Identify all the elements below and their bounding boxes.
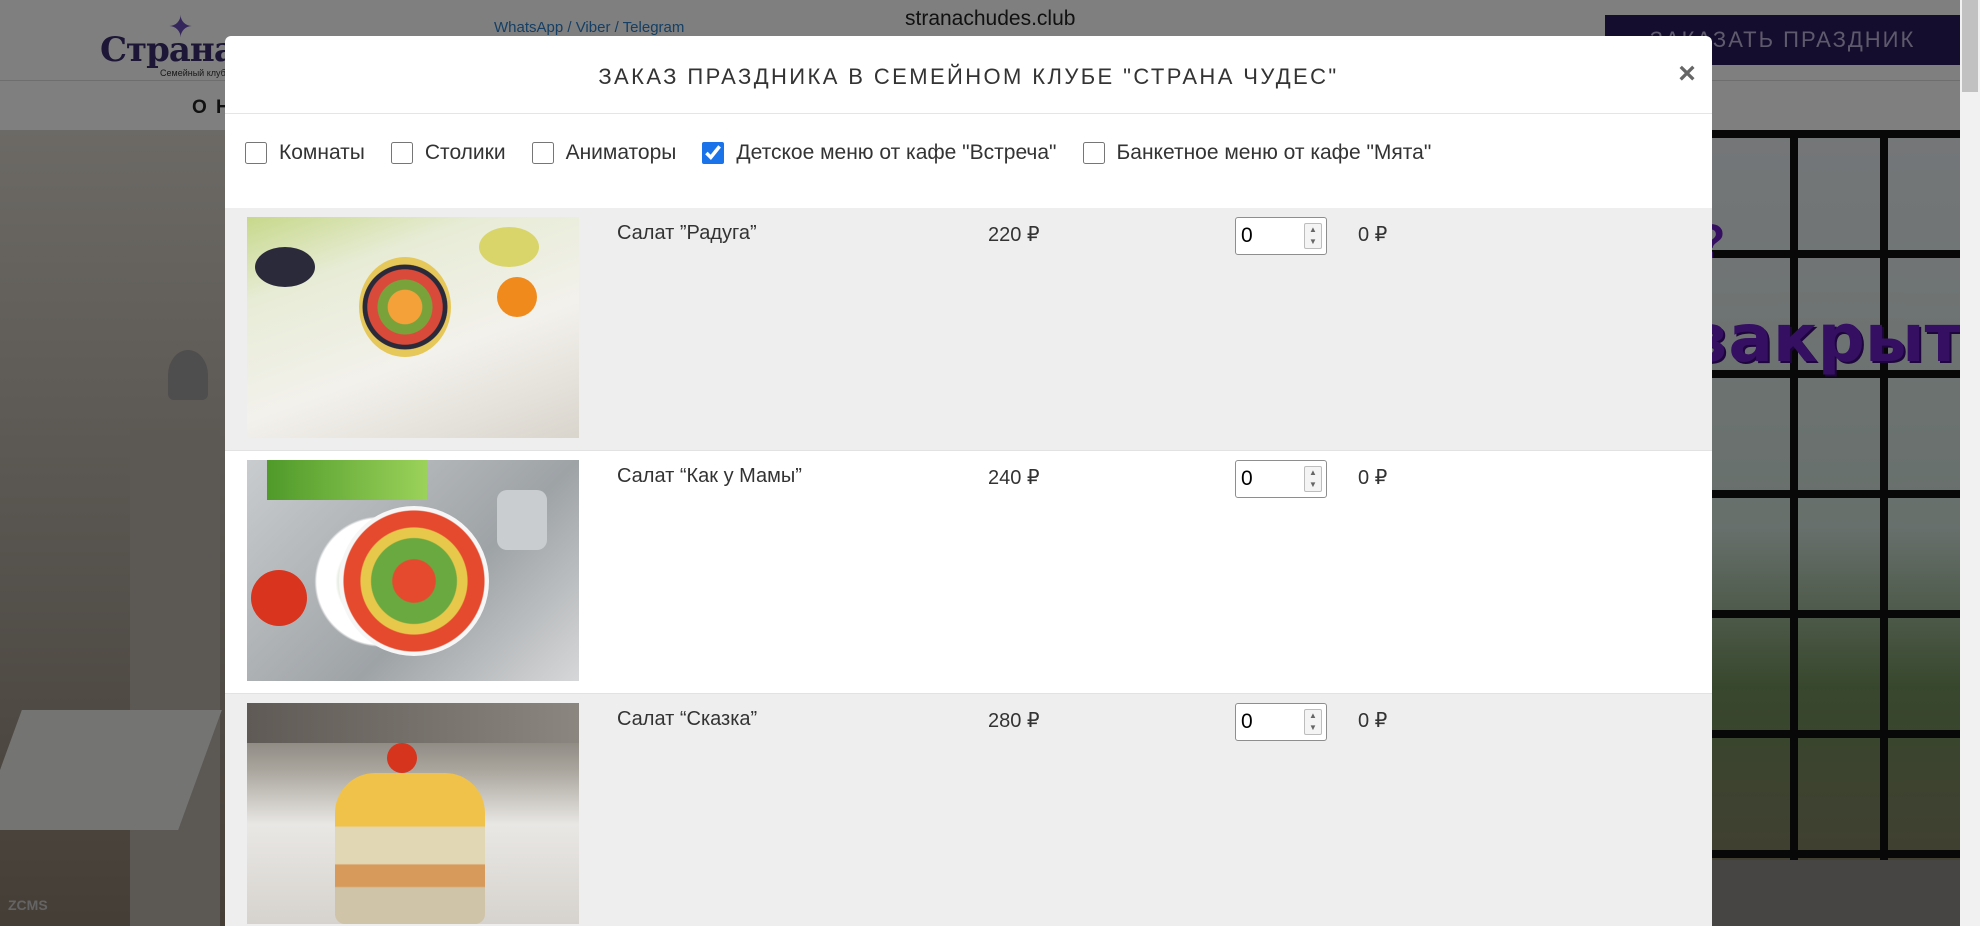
filter-label: Комнаты bbox=[279, 141, 365, 164]
chevron-down-icon[interactable]: ▼ bbox=[1308, 723, 1318, 733]
quantity-input[interactable] bbox=[1239, 707, 1299, 737]
dish-price: 240 ₽ bbox=[988, 467, 1040, 489]
page-scrollbar[interactable] bbox=[1960, 0, 1980, 926]
quantity-stepper[interactable]: ▲ ▼ bbox=[1235, 217, 1327, 255]
scrollbar-thumb[interactable] bbox=[1962, 0, 1978, 92]
dish-price: 280 ₽ bbox=[988, 710, 1040, 732]
filter-tables[interactable]: Столики bbox=[390, 141, 506, 165]
filter-kids-menu-checkbox[interactable] bbox=[702, 142, 725, 164]
chevron-up-icon[interactable]: ▲ bbox=[1308, 468, 1318, 478]
dish-price: 220 ₽ bbox=[988, 224, 1040, 246]
dish-total: 0 ₽ bbox=[1358, 224, 1388, 246]
order-modal: ЗАКАЗ ПРАЗДНИКА В СЕМЕЙНОМ КЛУБЕ "СТРАНА… bbox=[225, 36, 1712, 926]
chevron-down-icon[interactable]: ▼ bbox=[1308, 480, 1318, 490]
quantity-input[interactable] bbox=[1239, 221, 1299, 251]
filter-label: Банкетное меню от кафе "Мята" bbox=[1116, 141, 1432, 164]
filter-animators-checkbox[interactable] bbox=[531, 142, 554, 164]
dish-photo bbox=[247, 460, 579, 681]
filter-rooms[interactable]: Комнаты bbox=[245, 141, 365, 165]
spin-buttons[interactable]: ▲ ▼ bbox=[1304, 709, 1322, 735]
chevron-down-icon[interactable]: ▼ bbox=[1308, 237, 1318, 247]
modal-header: ЗАКАЗ ПРАЗДНИКА В СЕМЕЙНОМ КЛУБЕ "СТРАНА… bbox=[225, 36, 1712, 114]
chevron-up-icon[interactable]: ▲ bbox=[1308, 225, 1318, 235]
dish-total: 0 ₽ bbox=[1358, 467, 1388, 489]
spin-buttons[interactable]: ▲ ▼ bbox=[1304, 466, 1322, 492]
close-icon[interactable]: × bbox=[1669, 56, 1705, 92]
quantity-stepper[interactable]: ▲ ▼ bbox=[1235, 703, 1327, 741]
dish-photo bbox=[247, 217, 579, 438]
menu-item-row: Салат “Сказка” 280 ₽ ▲ ▼ 0 ₽ bbox=[225, 694, 1712, 926]
filter-label: Аниматоры bbox=[565, 141, 677, 164]
menu-item-row: Салат ”Радуга” 220 ₽ ▲ ▼ 0 ₽ bbox=[225, 208, 1712, 451]
modal-title: ЗАКАЗ ПРАЗДНИКА В СЕМЕЙНОМ КЛУБЕ "СТРАНА… bbox=[598, 64, 1339, 89]
filter-animators[interactable]: Аниматоры bbox=[531, 141, 677, 165]
menu-list: Салат ”Радуга” 220 ₽ ▲ ▼ 0 ₽ Салат “Как … bbox=[225, 208, 1712, 926]
dish-photo bbox=[247, 703, 579, 924]
dish-total: 0 ₽ bbox=[1358, 710, 1388, 732]
filter-kids-menu[interactable]: Детское меню от кафе "Встреча" bbox=[702, 141, 1057, 165]
dish-name: Салат “Сказка” bbox=[617, 708, 758, 730]
quantity-input[interactable] bbox=[1239, 464, 1299, 494]
filter-label: Столики bbox=[424, 141, 506, 164]
filter-tables-checkbox[interactable] bbox=[390, 142, 413, 164]
filter-banquet-menu-checkbox[interactable] bbox=[1082, 142, 1105, 164]
spin-buttons[interactable]: ▲ ▼ bbox=[1304, 223, 1322, 249]
chevron-up-icon[interactable]: ▲ bbox=[1308, 711, 1318, 721]
menu-item-row: Салат “Как у Мамы” 240 ₽ ▲ ▼ 0 ₽ bbox=[225, 451, 1712, 694]
dish-name: Салат ”Радуга” bbox=[617, 222, 757, 244]
dish-name: Салат “Как у Мамы” bbox=[617, 465, 802, 487]
filter-banquet-menu[interactable]: Банкетное меню от кафе "Мята" bbox=[1082, 141, 1432, 165]
quantity-stepper[interactable]: ▲ ▼ bbox=[1235, 460, 1327, 498]
filter-rooms-checkbox[interactable] bbox=[245, 142, 267, 164]
category-filters: Комнаты Столики Аниматоры Детское меню о… bbox=[245, 133, 1457, 173]
filter-label: Детское меню от кафе "Встреча" bbox=[736, 141, 1057, 164]
